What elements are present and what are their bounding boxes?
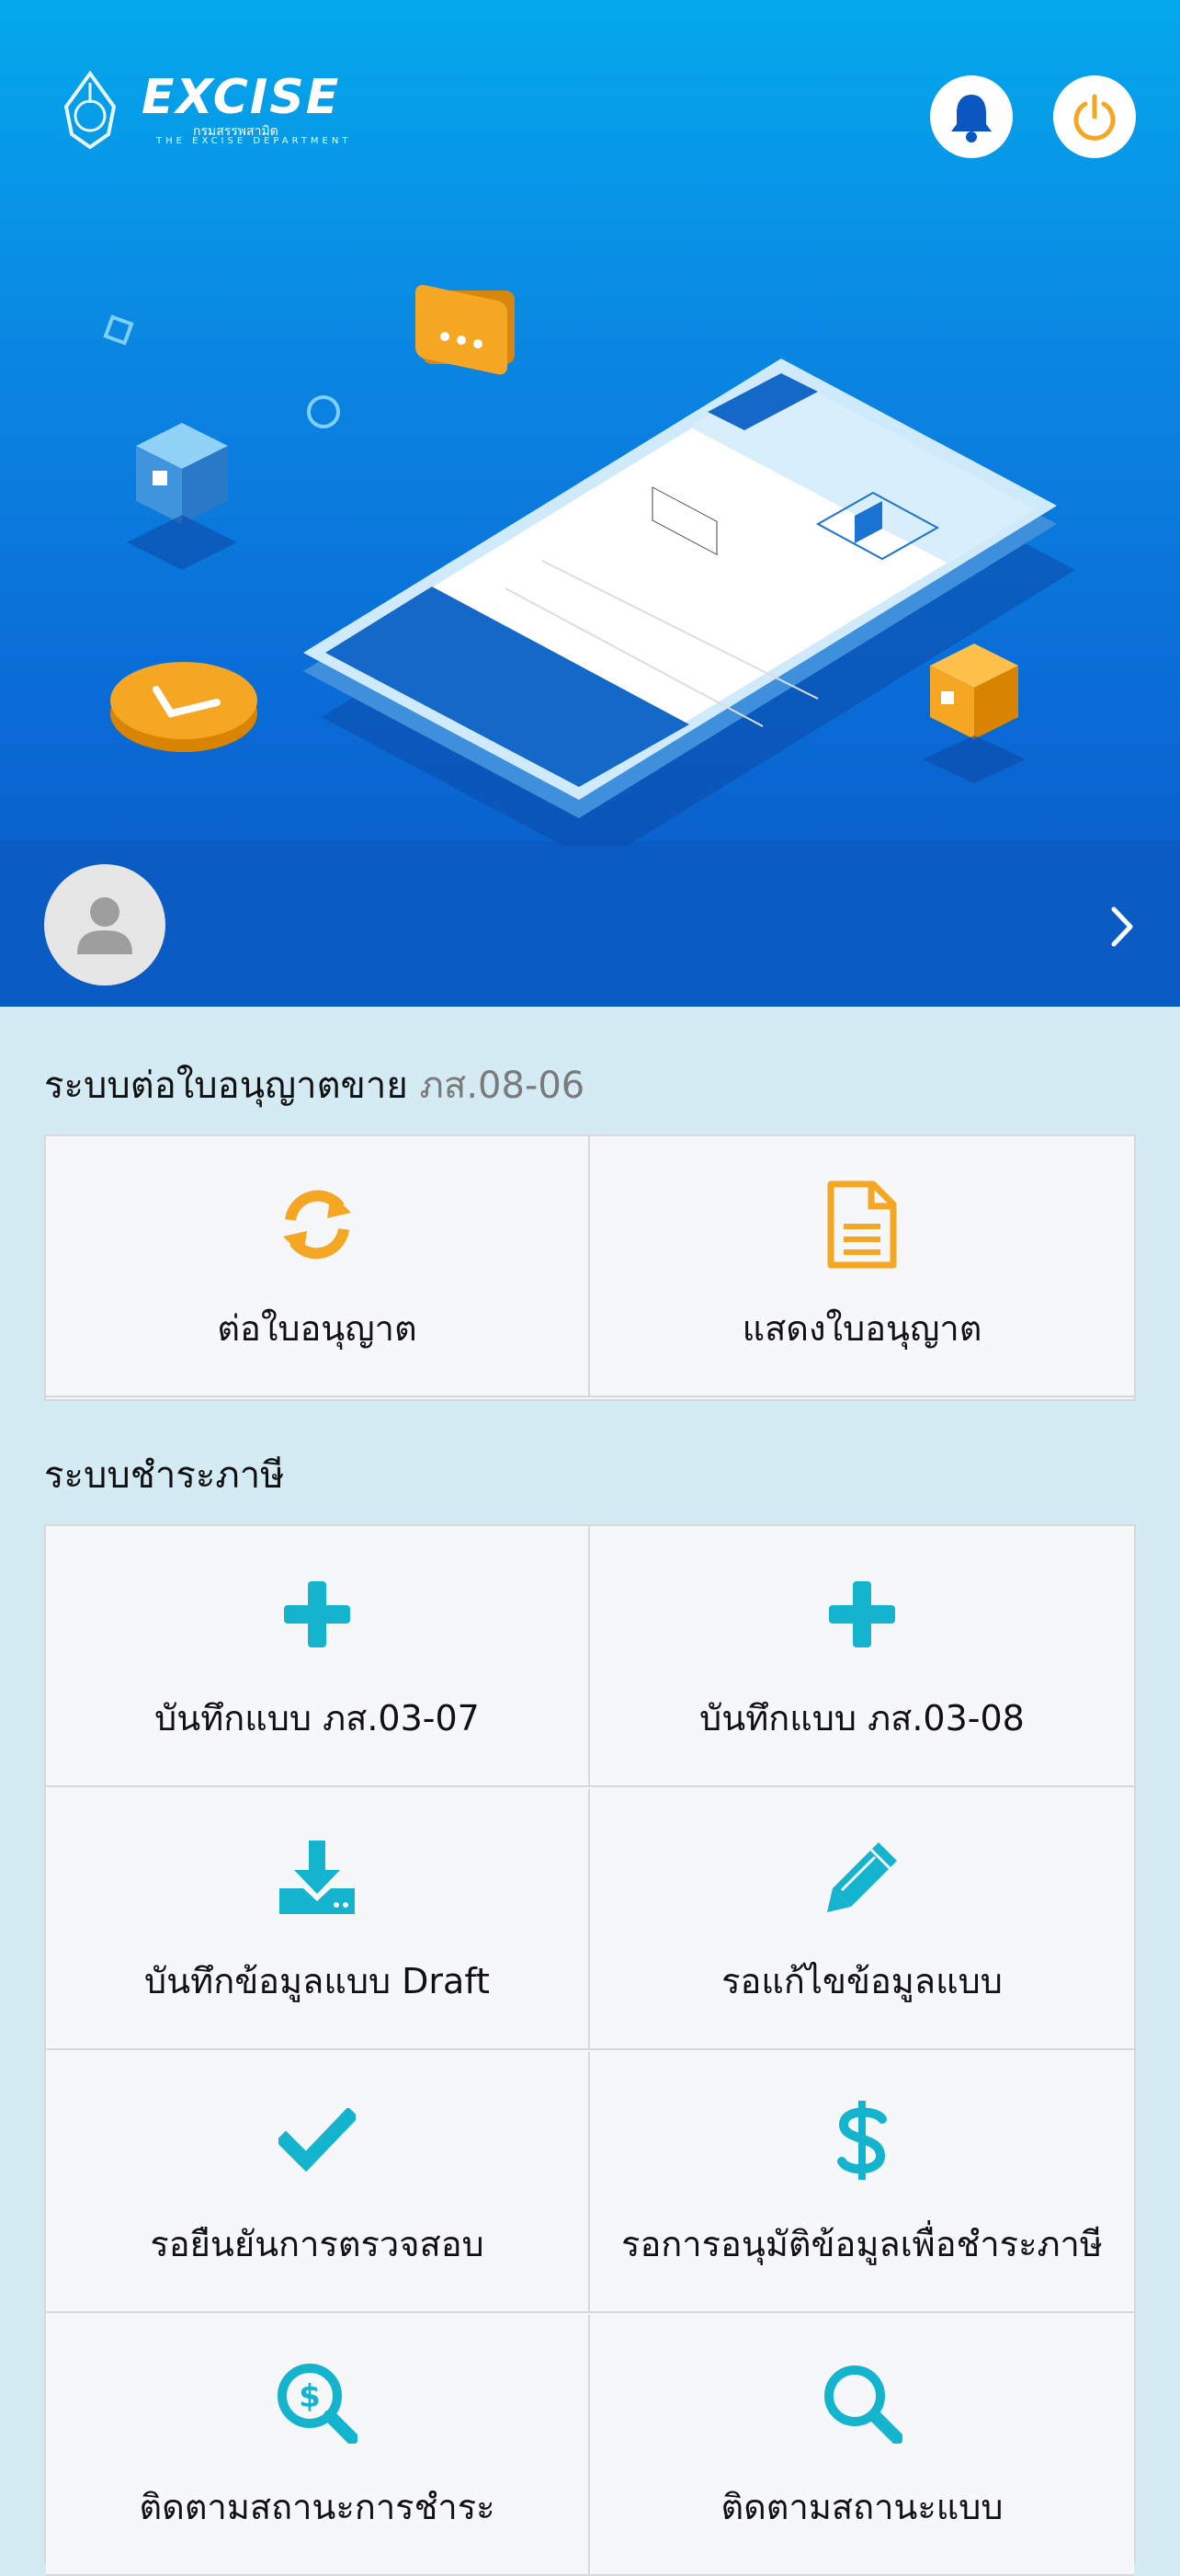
show-license-button[interactable]: แสดงใบอนุญาต — [590, 1136, 1134, 1397]
pencil-icon — [827, 1842, 897, 1912]
logo-sub-english: THE EXCISE DEPARTMENT — [156, 136, 352, 146]
phone-illustration — [103, 284, 1075, 846]
logout-button[interactable] — [1053, 75, 1136, 158]
plus-icon — [284, 1581, 350, 1647]
profile-bar — [0, 841, 1180, 1007]
track-payment-label: ติดตามสถานะการชำระ — [139, 2487, 495, 2527]
license-title-text: ระบบต่อใบอนุญาตขาย — [44, 1065, 408, 1107]
pending-edit-button[interactable]: รอแก้ไขข้อมูลแบบ — [590, 1789, 1134, 2050]
dollar-icon — [837, 2101, 887, 2180]
track-form-label: ติดตามสถานะแบบ — [720, 2487, 1004, 2527]
license-code: ภส.08-06 — [419, 1065, 585, 1107]
bell-icon — [951, 95, 992, 142]
renew-license-button[interactable]: ต่อใบอนุญาต — [46, 1136, 590, 1397]
chevron-right-icon — [1111, 906, 1133, 947]
pending-verify-label: รอยืนยันการตรวจสอบ — [150, 2224, 484, 2264]
avatar[interactable] — [44, 864, 165, 986]
track-payment-button[interactable]: $ ติดตามสถานะการชำระ — [46, 2315, 590, 2576]
pending-approval-button[interactable]: รอการอนุมัติข้อมูลเพื่อชำระภาษี — [590, 2052, 1134, 2313]
svg-text:$: $ — [299, 2378, 321, 2415]
excise-logo: EXCISE กรมสรรพสามิต THE EXCISE DEPARTMEN… — [57, 70, 347, 154]
license-menu-grid: ต่อใบอนุญาต แสดงใบอนุญาต — [44, 1134, 1136, 1401]
record-form-0308-button[interactable]: บันทึกแบบ ภส.03-08 — [590, 1526, 1134, 1787]
emblem-icon — [63, 70, 117, 149]
user-avatar-icon — [77, 897, 132, 954]
refresh-icon — [283, 1190, 351, 1260]
record-form-0307-button[interactable]: บันทึกแบบ ภส.03-07 — [46, 1526, 590, 1787]
search-dollar-icon: $ — [278, 2364, 357, 2444]
show-license-label: แสดงใบอนุญาต — [742, 1308, 982, 1349]
renew-license-label: ต่อใบอนุญาต — [217, 1308, 417, 1349]
draft-records-label: บันทึกข้อมูลแบบ Draft — [144, 1961, 490, 2001]
license-section-title: ระบบต่อใบอนุญาตขาย ภส.08-06 — [44, 1055, 584, 1114]
tax-title-text: ระบบชำระภาษี — [44, 1454, 285, 1497]
profile-next-button[interactable] — [1099, 901, 1145, 952]
tax-section-title: ระบบชำระภาษี — [44, 1445, 285, 1504]
record-form-0308-label: บันทึกแบบ ภส.03-08 — [699, 1698, 1025, 1738]
notification-button[interactable] — [930, 75, 1013, 158]
pending-edit-label: รอแก้ไขข้อมูลแบบ — [721, 1961, 1003, 2001]
pending-verify-button[interactable]: รอยืนยันการตรวจสอบ — [46, 2052, 590, 2313]
document-icon — [827, 1180, 897, 1269]
check-icon — [278, 2108, 356, 2172]
hero-banner: EXCISE กรมสรรพสามิต THE EXCISE DEPARTMEN… — [0, 0, 1180, 1007]
power-icon — [1073, 94, 1116, 141]
record-form-0307-label: บันทึกแบบ ภส.03-07 — [154, 1698, 480, 1738]
plus-icon — [829, 1581, 895, 1647]
pending-approval-label: รอการอนุมัติข้อมูลเพื่อชำระภาษี — [621, 2224, 1103, 2264]
tax-menu-grid: บันทึกแบบ ภส.03-07 บันทึกแบบ ภส.03-08 บั… — [44, 1524, 1136, 2576]
logo-text: EXCISE — [142, 70, 341, 125]
search-icon — [824, 2365, 902, 2444]
track-form-button[interactable]: ติดตามสถานะแบบ — [590, 2315, 1134, 2576]
download-icon — [279, 1841, 355, 1914]
draft-records-button[interactable]: บันทึกข้อมูลแบบ Draft — [46, 1789, 590, 2050]
